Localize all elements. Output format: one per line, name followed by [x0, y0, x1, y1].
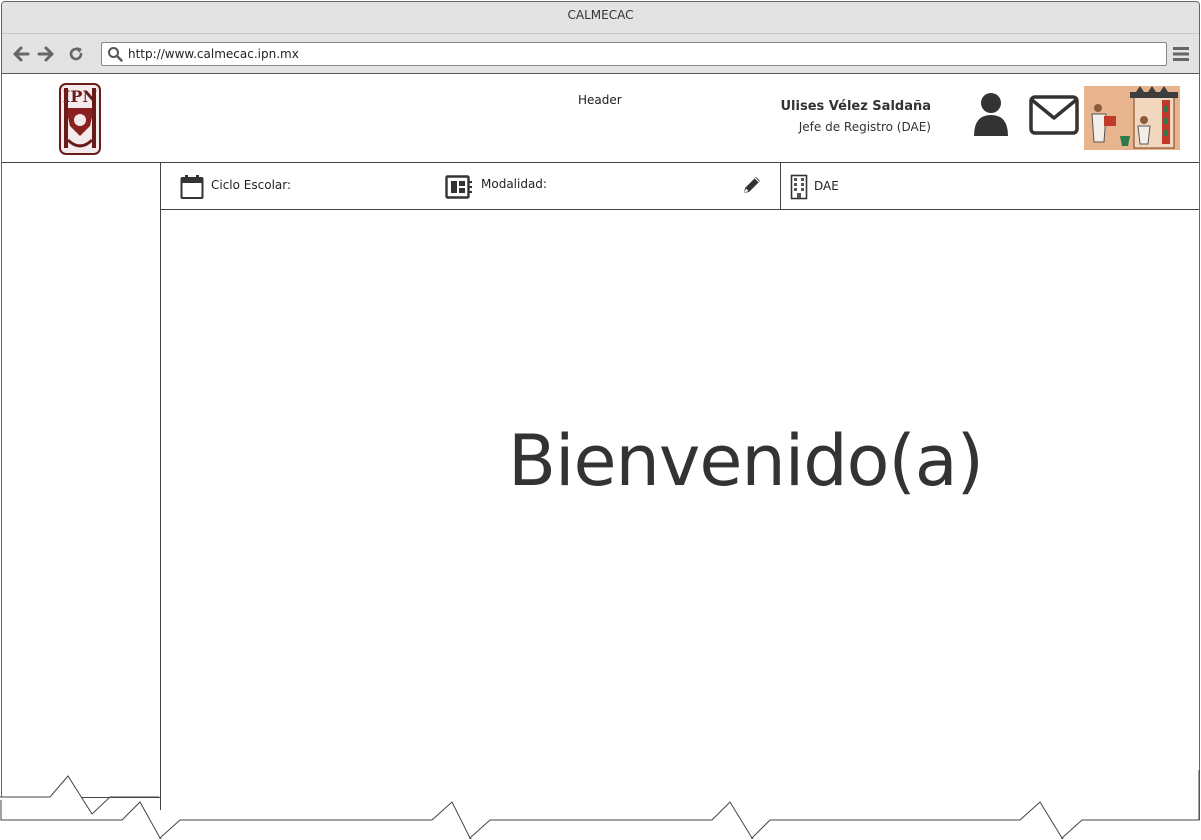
building-icon: [790, 174, 808, 204]
back-arrow-icon[interactable]: [12, 45, 30, 63]
window-title: CALMECAC: [2, 2, 1199, 34]
user-icon[interactable]: [972, 92, 1010, 138]
info-separator: [780, 163, 781, 210]
welcome-heading: Bienvenido(a): [508, 420, 984, 502]
sidebar: [2, 162, 161, 798]
header-label: Header: [578, 93, 622, 107]
user-name: Ulises Vélez Saldaña: [780, 99, 931, 114]
search-icon: [107, 46, 123, 62]
dependencia-label: DAE: [814, 179, 839, 193]
app-header: IPN Header Ulises Vélez Saldaña Jefe de …: [2, 74, 1199, 163]
calendar-icon: [180, 174, 204, 204]
codex-image: [1084, 86, 1180, 150]
edit-pencil-icon[interactable]: [741, 174, 763, 200]
modality-icon: [445, 175, 473, 203]
logo-lettering: IPN: [63, 87, 97, 106]
mail-icon[interactable]: [1029, 95, 1079, 135]
ipn-logo[interactable]: IPN: [54, 78, 106, 158]
torn-page-edge: [0, 770, 1201, 840]
address-bar: http://www.calmecac.ipn.mx: [2, 34, 1199, 74]
url-input[interactable]: http://www.calmecac.ipn.mx: [101, 42, 1167, 66]
reload-icon[interactable]: [67, 45, 85, 63]
ciclo-escolar-label: Ciclo Escolar:: [211, 178, 292, 192]
forward-arrow-icon[interactable]: [37, 45, 55, 63]
hamburger-menu-icon[interactable]: [1172, 45, 1190, 63]
modalidad-label: Modalidad:: [481, 177, 547, 191]
user-role: Jefe de Registro (DAE): [798, 120, 931, 134]
url-text: http://www.calmecac.ipn.mx: [128, 47, 299, 61]
browser-window: CALMECAC http://www.calmecac.ipn.mx IPN: [1, 1, 1200, 839]
info-bar: Ciclo Escolar: Modalidad: DAE: [160, 162, 1199, 210]
main-content: Bienvenido(a): [160, 210, 1199, 810]
